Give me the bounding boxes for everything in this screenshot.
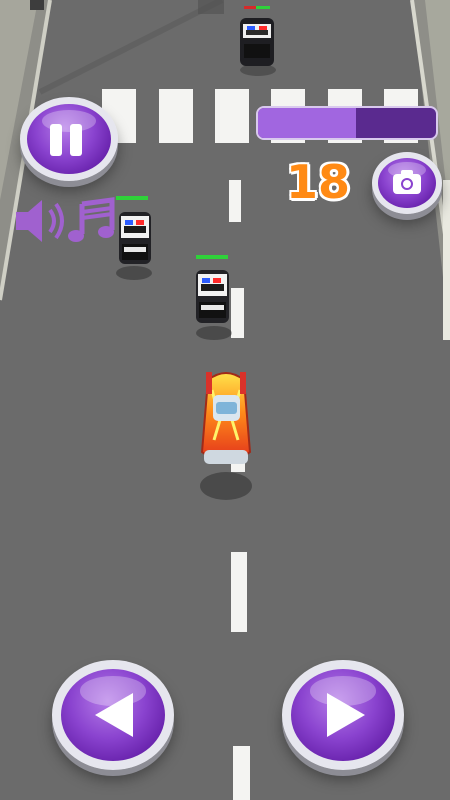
pause-icon [50, 124, 62, 156]
steer-right-button[interactable] [282, 660, 404, 770]
progress-fill [258, 108, 356, 138]
speaker-icon[interactable] [12, 196, 68, 246]
camera-button[interactable] [372, 152, 442, 214]
camera-icon [393, 170, 421, 194]
pause-button[interactable] [20, 97, 118, 181]
steer-left-button[interactable] [52, 660, 174, 770]
progress-bar [256, 106, 438, 140]
player-car [200, 372, 252, 500]
music-note-icon[interactable] [68, 196, 118, 246]
left-arrow-icon [95, 693, 133, 737]
right-arrow-icon [327, 693, 365, 737]
score-counter: 18 [286, 155, 351, 209]
